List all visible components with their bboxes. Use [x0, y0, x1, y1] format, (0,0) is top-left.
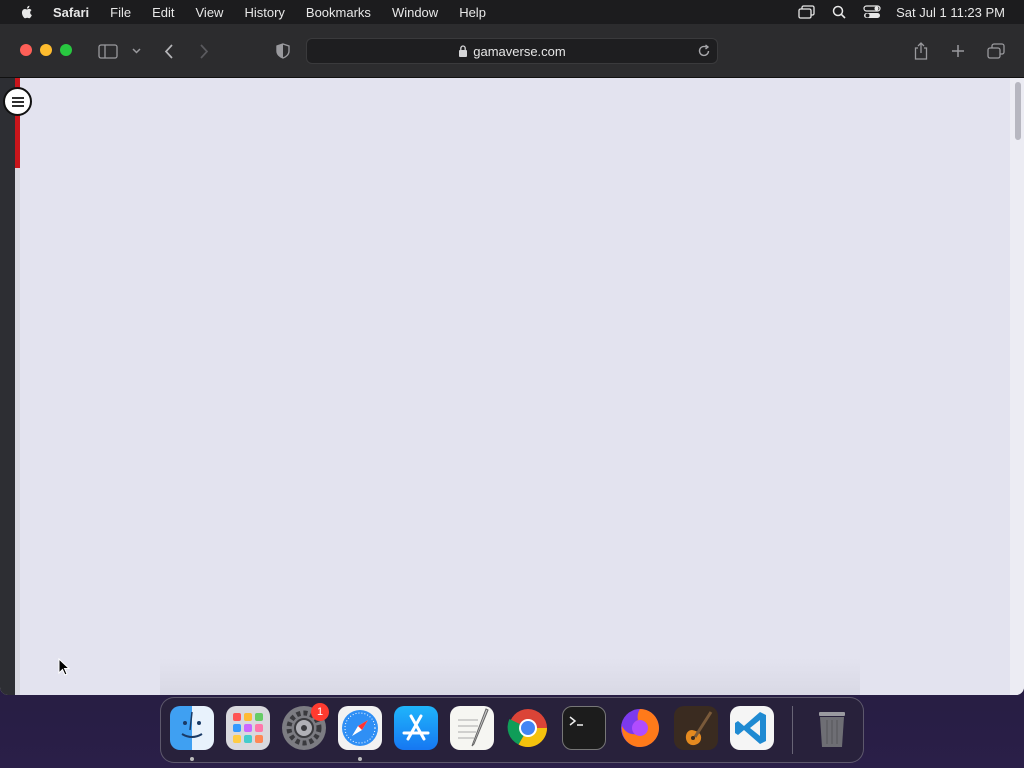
spotlight-search-icon[interactable] [830, 4, 848, 20]
dock: 1 [160, 697, 864, 763]
menu-view[interactable]: View [196, 5, 224, 20]
menu-clock[interactable]: Sat Jul 1 11:23 PM [896, 5, 1005, 20]
shield-icon[interactable] [274, 41, 292, 61]
scrollbar-thumb[interactable] [1015, 82, 1021, 140]
menu-edit[interactable]: Edit [152, 5, 174, 20]
bottom-fade [160, 658, 860, 695]
hamburger-menu-icon[interactable] [3, 87, 32, 116]
menu-bookmarks[interactable]: Bookmarks [306, 5, 371, 20]
url-text: gamaverse.com [473, 43, 566, 59]
trash-icon[interactable] [810, 706, 854, 750]
sidebar-icon[interactable] [97, 41, 119, 61]
reload-icon[interactable] [697, 44, 711, 58]
address-bar[interactable]: gamaverse.com [306, 38, 718, 64]
tab-overview-icon[interactable] [986, 41, 1006, 61]
apple-icon[interactable] [19, 4, 35, 20]
system-settings-badge: 1 [311, 703, 329, 721]
safari-running-indicator [358, 757, 362, 761]
screen-mirror-icon[interactable] [797, 4, 815, 20]
new-tab-icon[interactable] [949, 41, 967, 61]
vscode-icon[interactable] [730, 706, 774, 750]
dock-separator [792, 706, 793, 754]
share-icon[interactable] [912, 41, 930, 61]
browser-toolbar: gamaverse.com [0, 24, 1024, 78]
mouse-cursor-icon [58, 658, 70, 676]
close-window-button[interactable] [20, 44, 32, 56]
menu-window[interactable]: Window [392, 5, 438, 20]
menu-file[interactable]: File [110, 5, 131, 20]
chrome-icon[interactable] [506, 706, 550, 750]
textedit-icon[interactable] [450, 706, 494, 750]
safari-icon[interactable] [338, 706, 382, 750]
finder-running-indicator [190, 757, 194, 761]
finder-icon[interactable] [170, 706, 214, 750]
chevron-down-icon[interactable] [130, 41, 142, 61]
fullscreen-window-button[interactable] [60, 44, 72, 56]
app-store-icon[interactable] [394, 706, 438, 750]
menu-bar: Safari File Edit View History Bookmarks … [0, 0, 1024, 24]
side-strip [15, 168, 20, 695]
safari-window: gamaverse.com [0, 24, 1024, 695]
launchpad-icon[interactable] [226, 706, 270, 750]
left-rail [0, 78, 15, 695]
vertical-scrollbar[interactable] [1010, 78, 1024, 695]
garageband-icon[interactable] [674, 706, 718, 750]
web-content[interactable] [0, 78, 1024, 695]
menu-app-name[interactable]: Safari [53, 5, 89, 20]
menu-help[interactable]: Help [459, 5, 486, 20]
minimize-window-button[interactable] [40, 44, 52, 56]
back-icon[interactable] [160, 41, 178, 61]
forward-icon[interactable] [195, 41, 213, 61]
menu-history[interactable]: History [244, 5, 284, 20]
firefox-icon[interactable] [618, 706, 662, 750]
lock-icon [459, 45, 468, 57]
control-center-icon[interactable] [863, 4, 881, 20]
terminal-icon[interactable] [562, 706, 606, 750]
